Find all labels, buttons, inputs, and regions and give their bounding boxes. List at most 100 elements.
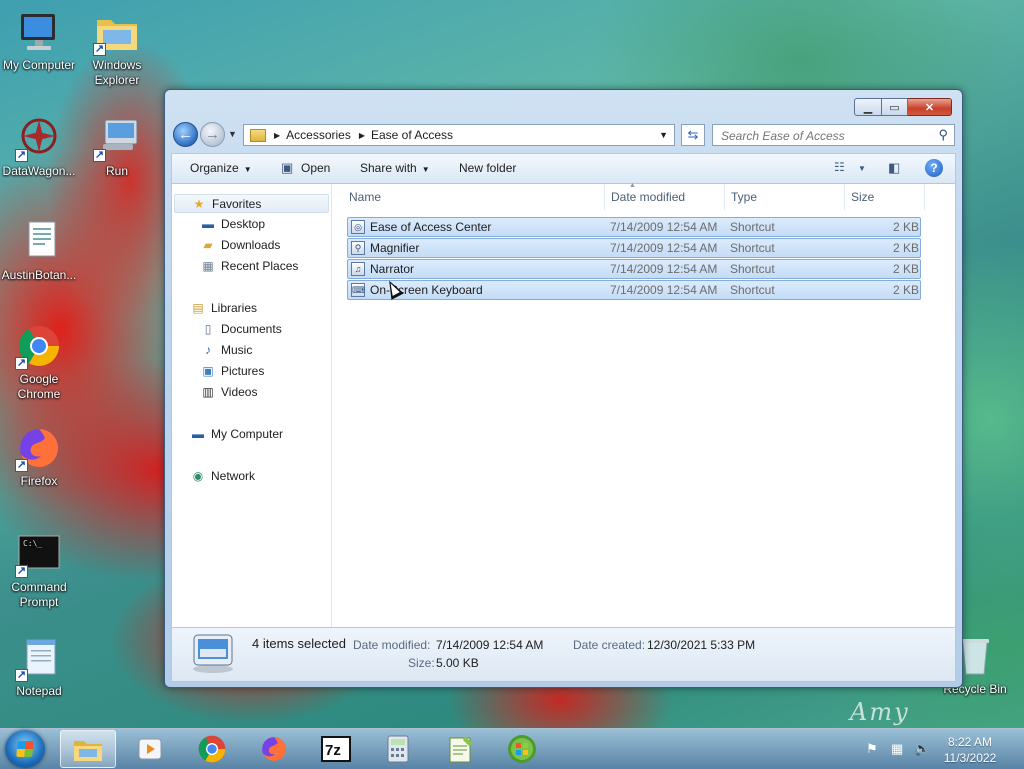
- taskbar-calculator[interactable]: [370, 730, 426, 768]
- maximize-icon: ▭: [889, 101, 900, 114]
- 7zip-icon: 7z: [321, 736, 351, 762]
- nav-label: Network: [211, 469, 256, 483]
- system-clock[interactable]: 8:22 AM 11/3/2022: [940, 734, 1000, 766]
- help-icon[interactable]: ?: [925, 159, 943, 177]
- column-header-date-modified[interactable]: Date modified: [605, 184, 725, 210]
- file-row[interactable]: ⌨ On-Screen Keyboard 7/14/2009 12:54 AM …: [347, 280, 921, 300]
- organize-button[interactable]: Organize ▼: [190, 161, 252, 175]
- nav-label: Recent Places: [221, 259, 299, 273]
- desktop-icon-command-prompt[interactable]: C:\_ ↗ Command Prompt: [1, 530, 77, 610]
- search-input[interactable]: [719, 126, 933, 146]
- maximize-button[interactable]: ▭: [882, 98, 908, 116]
- downloads-folder-icon: ▰: [203, 238, 213, 252]
- taskbar-windows-update[interactable]: [494, 730, 550, 768]
- taskbar-windows-explorer[interactable]: [60, 730, 116, 768]
- taskbar-media-player[interactable]: [122, 730, 178, 768]
- share-with-button[interactable]: Share with ▼: [360, 161, 430, 175]
- file-date: 7/14/2009 12:54 AM: [610, 262, 718, 276]
- nav-recent-places[interactable]: ▦ Recent Places: [200, 257, 298, 276]
- column-header-type[interactable]: Type: [725, 184, 845, 210]
- pictures-icon: ▣: [202, 364, 214, 378]
- file-type: Shortcut: [730, 262, 775, 276]
- desktop-icon-windows-explorer[interactable]: ↗ Windows Explorer: [79, 8, 155, 88]
- volume-icon[interactable]: 🔈: [914, 741, 930, 757]
- desktop-icon-my-computer[interactable]: My Computer: [1, 8, 77, 73]
- preview-pane-icon[interactable]: ◧: [888, 160, 900, 176]
- chevron-down-icon[interactable]: ▼: [858, 164, 866, 173]
- action-center-icon[interactable]: ⚑: [866, 741, 878, 757]
- refresh-button[interactable]: ⇆: [681, 124, 705, 146]
- shortcut-arrow-icon: ↗: [93, 149, 106, 162]
- taskbar-7zip[interactable]: 7z: [308, 730, 364, 768]
- desktop-icon-firefox[interactable]: ↗ Firefox: [1, 424, 77, 489]
- desktop-icon-datawagon[interactable]: ↗ DataWagon...: [1, 114, 77, 179]
- desktop-icon-run[interactable]: ↗ Run: [79, 114, 155, 179]
- nav-documents[interactable]: ▯ Documents: [200, 320, 282, 339]
- nav-label: Libraries: [211, 301, 258, 315]
- nav-favorites[interactable]: ★ Favorites: [174, 194, 329, 213]
- close-button[interactable]: ✕: [908, 98, 952, 116]
- file-size: 2 KB: [893, 241, 920, 255]
- nav-network[interactable]: ◉ Network: [190, 467, 255, 486]
- size-value: 5.00 KB: [436, 656, 479, 670]
- chevron-down-icon[interactable]: ▼: [659, 130, 668, 140]
- nav-label: Desktop: [221, 217, 266, 231]
- file-row[interactable]: ◎ Ease of Access Center 7/14/2009 12:54 …: [347, 217, 921, 237]
- nav-my-computer[interactable]: ▬ My Computer: [190, 425, 283, 444]
- taskbar-chrome[interactable]: [184, 730, 240, 768]
- taskbar-notepad-plus[interactable]: [432, 730, 488, 768]
- nav-downloads[interactable]: ▰ Downloads: [200, 236, 280, 255]
- network-status-icon[interactable]: ▦: [891, 741, 903, 757]
- explorer-window[interactable]: ▁ ▭ ✕ ← → ▼ ▶ Accessories ▶ Ease of Acce…: [164, 89, 963, 688]
- chevron-right-icon[interactable]: ▶: [359, 131, 365, 140]
- desktop-icon-label: Command Prompt: [11, 580, 67, 609]
- open-button[interactable]: Open: [301, 161, 330, 175]
- start-button[interactable]: [5, 730, 45, 768]
- size-label: Size:: [408, 656, 435, 670]
- desktop-icon-google-chrome[interactable]: ↗ Google Chrome: [1, 322, 77, 402]
- nav-label: Downloads: [221, 238, 281, 252]
- desktop-icon-label: Notepad: [16, 684, 62, 698]
- address-bar[interactable]: ▶ Accessories ▶ Ease of Access ▼: [243, 124, 675, 146]
- new-folder-button[interactable]: New folder: [459, 161, 516, 175]
- search-icon[interactable]: ⚲: [938, 127, 948, 143]
- taskbar: 7z ⚑ ▦ 🔈 8:22 AM 11/3/2022: [0, 728, 1024, 769]
- navigation-pane: ★ Favorites ▬ Desktop ▰ Downloads ▦ Recent P…: [172, 184, 332, 627]
- documents-icon: ▯: [204, 322, 212, 336]
- forward-button[interactable]: →: [200, 122, 225, 147]
- desktop-icon-austinbotan[interactable]: AustinBotan...: [1, 218, 77, 283]
- shortcut-arrow-icon: ↗: [15, 459, 28, 472]
- file-type: Shortcut: [730, 220, 775, 234]
- shortcut-arrow-icon: ↗: [15, 565, 28, 578]
- search-box[interactable]: ⚲: [712, 124, 955, 146]
- nav-music[interactable]: ♪ Music: [200, 341, 252, 360]
- nav-pictures[interactable]: ▣ Pictures: [200, 362, 264, 381]
- firefox-icon: [262, 737, 286, 761]
- file-row[interactable]: ⚲ Magnifier 7/14/2009 12:54 AM Shortcut …: [347, 238, 921, 258]
- organize-label: Organize: [190, 161, 239, 175]
- nav-videos[interactable]: ▥ Videos: [200, 383, 257, 402]
- column-header-name[interactable]: Name: [332, 184, 605, 210]
- column-header-size[interactable]: Size: [845, 184, 925, 210]
- view-options-icon[interactable]: ☷: [834, 160, 845, 174]
- terminal-icon: C:\_ ↗: [15, 530, 63, 578]
- minimize-button[interactable]: ▁: [854, 98, 882, 116]
- back-button[interactable]: ←: [173, 122, 198, 147]
- forward-arrow-icon: →: [205, 126, 220, 143]
- nav-libraries[interactable]: ▤ Libraries: [190, 299, 257, 318]
- open-icon: ▣: [281, 160, 294, 175]
- file-date: 7/14/2009 12:54 AM: [610, 220, 718, 234]
- run-icon: ↗: [93, 114, 141, 162]
- desktop-icon-notepad[interactable]: ↗ Notepad: [1, 634, 77, 699]
- clock-date: 11/3/2022: [943, 751, 997, 765]
- file-row[interactable]: ♫ Narrator 7/14/2009 12:54 AM Shortcut 2…: [347, 259, 921, 279]
- chevron-right-icon[interactable]: ▶: [274, 131, 280, 140]
- recent-pages-dropdown[interactable]: ▼: [228, 129, 237, 139]
- taskbar-firefox[interactable]: [246, 730, 302, 768]
- breadcrumb-accessories[interactable]: Accessories: [286, 128, 351, 142]
- file-name: Narrator: [370, 262, 415, 276]
- magnifier-shortcut-icon: ⚲: [351, 241, 365, 255]
- breadcrumb-ease-of-access[interactable]: Ease of Access: [371, 128, 453, 142]
- nav-desktop[interactable]: ▬ Desktop: [200, 215, 265, 234]
- firefox-icon: ↗: [15, 424, 63, 472]
